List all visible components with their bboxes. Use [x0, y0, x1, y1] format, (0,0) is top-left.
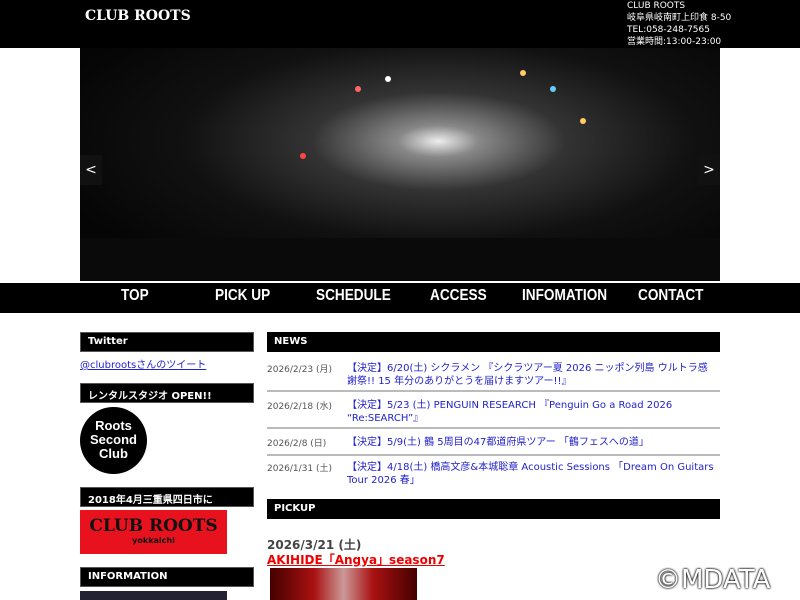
header-bar: CLUB ROOTS CLUB ROOTS 岐阜県岐南町上印食 8-50 TEL…: [0, 0, 800, 48]
news-item[interactable]: 2026/2/8 (日) 【決定】5/9(土) 鶴 5周目の47都道府県ツアー 「…: [267, 436, 720, 456]
news-item[interactable]: 2026/1/31 (土) 【決定】4/18(土) 橋高文彦&本城聡章 Acous…: [267, 461, 720, 491]
news-title[interactable]: 【決定】4/18(土) 橋高文彦&本城聡章 Acoustic Sessions …: [347, 461, 717, 487]
roots-second-club-logo[interactable]: Roots Second Club: [80, 407, 147, 474]
stage-light: [550, 86, 556, 92]
news-heading: NEWS: [267, 332, 720, 352]
twitter-link[interactable]: @clubrootsさんのツイート: [80, 356, 206, 371]
news-date: 2026/2/23 (月): [267, 365, 333, 375]
contact-info: CLUB ROOTS 岐阜県岐南町上印食 8-50 TEL:058-248-75…: [627, 0, 731, 48]
nav-top[interactable]: TOP: [121, 287, 149, 305]
business-hours: 営業時間:13:00-23:00: [627, 37, 722, 47]
twitter-heading: Twitter: [80, 332, 254, 352]
watermark: ©MDATA: [655, 565, 771, 595]
pickup-heading: PICKUP: [267, 499, 720, 519]
information-banner[interactable]: [80, 591, 227, 600]
news-title[interactable]: 【決定】5/23 (土) PENGUIN RESEARCH 『Penguin G…: [347, 399, 717, 425]
nav-contact[interactable]: CONTACT: [638, 287, 703, 305]
stage-light: [355, 86, 361, 92]
telephone: TEL:058-248-7565: [627, 25, 710, 35]
hero-slider-image: [80, 48, 720, 281]
slider-prev-button[interactable]: <: [80, 155, 102, 185]
slider-next-button[interactable]: >: [698, 155, 720, 185]
news-title[interactable]: 【決定】5/9(土) 鶴 5周目の47都道府県ツアー 「鶴フェスへの道」: [347, 436, 717, 449]
studio-heading: レンタルスタジオ OPEN!!: [80, 383, 254, 403]
information-heading: INFORMATION: [80, 567, 254, 587]
site-logo[interactable]: CLUB ROOTS: [85, 8, 191, 24]
club-name: CLUB ROOTS: [627, 1, 686, 11]
address: 岐阜県岐南町上印食 8-50: [627, 13, 732, 23]
nav-schedule[interactable]: SCHEDULE: [316, 287, 391, 305]
news-item[interactable]: 2026/2/23 (月) 【決定】6/20(土) シクラメン 『シクラツアー夏 …: [267, 362, 720, 392]
news-date: 2026/2/8 (日): [267, 439, 327, 449]
banner-subtitle: yokkaichi: [132, 536, 175, 545]
nav-pickup[interactable]: PICK UP: [215, 287, 270, 305]
news-item[interactable]: 2026/2/18 (水) 【決定】5/23 (土) PENGUIN RESEAR…: [267, 399, 720, 429]
main-nav: TOP PICK UP SCHEDULE ACCESS INFOMATION C…: [0, 281, 800, 313]
stage-floor: [80, 238, 720, 281]
pickup-image[interactable]: [270, 568, 417, 600]
news-date: 2026/2/18 (水): [267, 402, 333, 412]
stage-light: [300, 153, 306, 159]
nav-access[interactable]: ACCESS: [430, 287, 487, 305]
stage-light: [520, 70, 526, 76]
news-title[interactable]: 【決定】6/20(土) シクラメン 『シクラツアー夏 2026 ニッポン列島 ウ…: [347, 362, 717, 388]
yokkaichi-heading: 2018年4月三重県四日市にOPEN!!: [80, 487, 254, 517]
club-roots-yokkaichi-banner[interactable]: CLUB ROOTS yokkaichi: [80, 510, 227, 554]
stage-light: [385, 76, 391, 82]
stage-light: [580, 118, 586, 124]
pickup-title-link[interactable]: AKIHIDE「Angya」season7: [267, 551, 445, 568]
banner-logo: CLUB ROOTS: [89, 516, 218, 536]
nav-information[interactable]: INFOMATION: [522, 287, 607, 305]
news-date: 2026/1/31 (土): [267, 464, 333, 474]
